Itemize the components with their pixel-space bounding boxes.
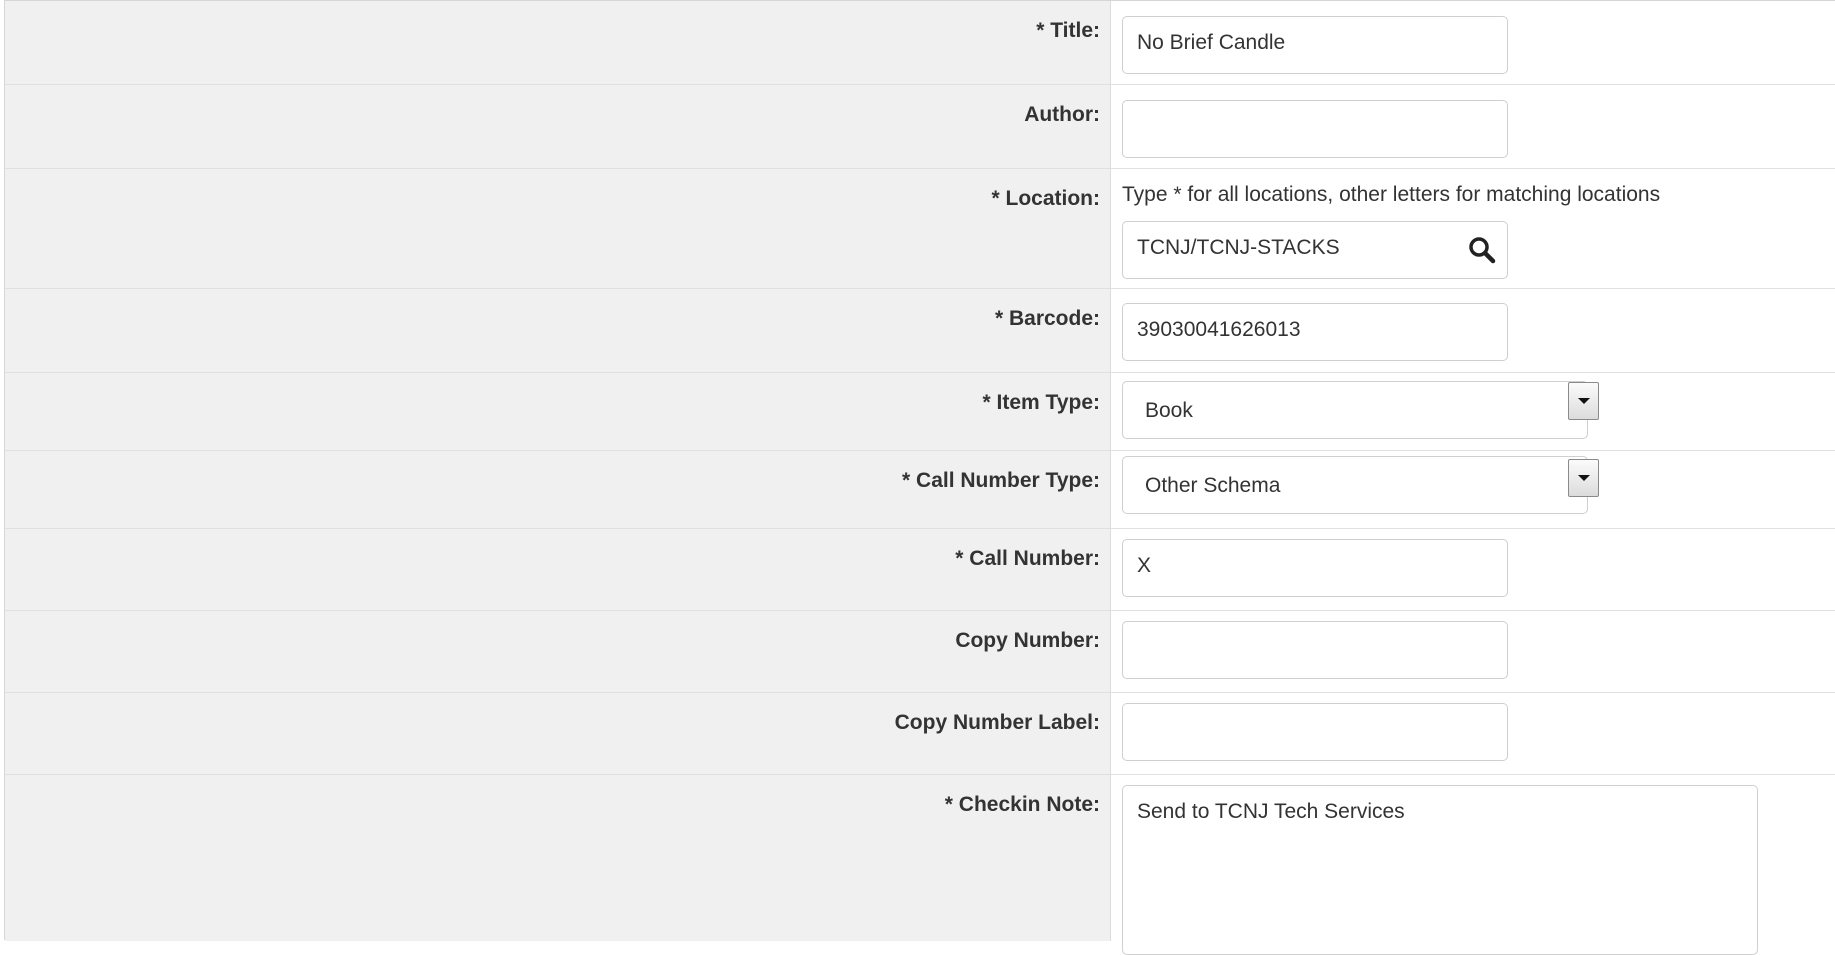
form-row-copy-number-label: Copy Number Label: <box>5 693 1835 775</box>
author-label: Author: <box>5 85 1111 168</box>
copy-number-label-label: Copy Number Label: <box>5 693 1111 774</box>
item-type-dropdown-button[interactable] <box>1568 382 1599 420</box>
barcode-label: * Barcode: <box>5 289 1111 372</box>
location-input[interactable]: TCNJ/TCNJ-STACKS <box>1122 221 1508 279</box>
form-row-call-number: * Call Number: X <box>5 529 1835 611</box>
form-row-item-type: * Item Type: Book <box>5 373 1835 451</box>
item-edit-form: * Title: No Brief Candle Author: * Locat… <box>4 0 1835 955</box>
item-type-label: * Item Type: <box>5 373 1111 450</box>
location-hint: Type * for all locations, other letters … <box>1122 183 1661 206</box>
chevron-down-icon <box>1578 475 1590 481</box>
form-row-author: Author: <box>5 85 1835 169</box>
title-label: * Title: <box>5 1 1111 84</box>
copy-number-label-input[interactable] <box>1122 703 1508 761</box>
form-row-copy-number: Copy Number: <box>5 611 1835 693</box>
author-input[interactable] <box>1122 100 1508 158</box>
form-row-call-number-type: * Call Number Type: Other Schema <box>5 451 1835 529</box>
item-type-value: Book <box>1145 399 1193 422</box>
barcode-input[interactable]: 39030041626013 <box>1122 303 1508 361</box>
call-number-type-value: Other Schema <box>1145 474 1281 497</box>
call-number-label: * Call Number: <box>5 529 1111 610</box>
copy-number-input[interactable] <box>1122 621 1508 679</box>
chevron-down-icon <box>1578 398 1590 404</box>
checkin-note-textarea[interactable]: Send to TCNJ Tech Services <box>1122 785 1758 955</box>
form-row-location: * Location: Type * for all locations, ot… <box>5 169 1835 289</box>
location-value: TCNJ/TCNJ-STACKS <box>1137 236 1340 259</box>
location-label: * Location: <box>5 169 1111 288</box>
form-row-title: * Title: No Brief Candle <box>5 1 1835 85</box>
search-icon[interactable] <box>1467 235 1497 265</box>
copy-number-label: Copy Number: <box>5 611 1111 692</box>
form-row-barcode: * Barcode: 39030041626013 <box>5 289 1835 373</box>
title-input[interactable]: No Brief Candle <box>1122 16 1508 74</box>
checkin-note-label: * Checkin Note: <box>5 775 1111 941</box>
call-number-type-dropdown-button[interactable] <box>1568 459 1599 497</box>
form-row-checkin-note: * Checkin Note: Send to TCNJ Tech Servic… <box>5 775 1835 955</box>
call-number-type-label: * Call Number Type: <box>5 451 1111 528</box>
item-type-select[interactable]: Book <box>1122 381 1588 439</box>
call-number-input[interactable]: X <box>1122 539 1508 597</box>
call-number-type-select[interactable]: Other Schema <box>1122 456 1588 514</box>
